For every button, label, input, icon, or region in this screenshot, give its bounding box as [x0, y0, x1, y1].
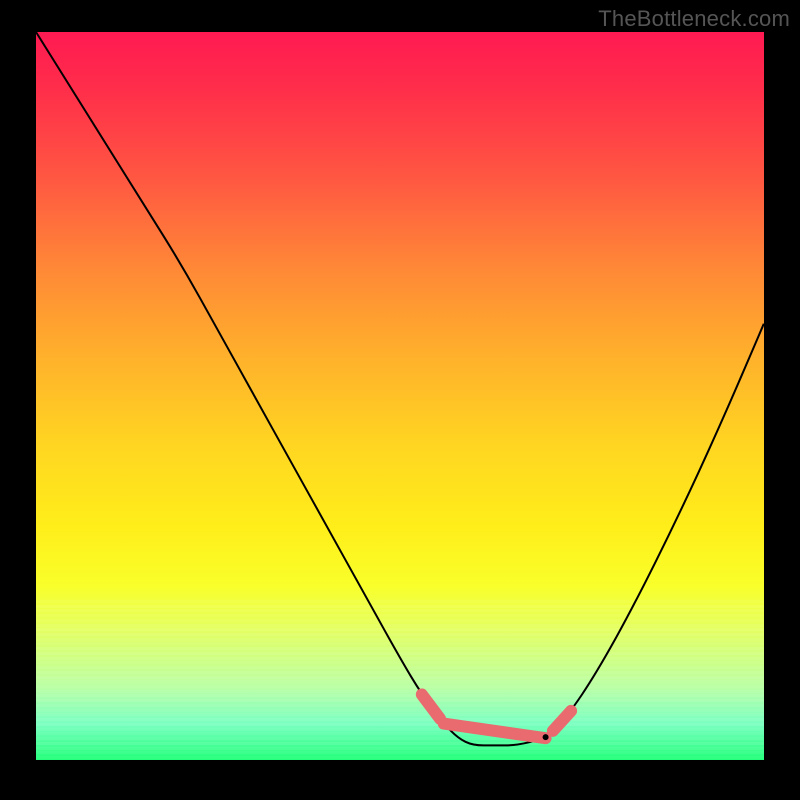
optimal-range-marker-right [553, 711, 571, 731]
optimal-range-markers [422, 694, 571, 740]
optimal-range-marker-left [422, 694, 440, 718]
watermark-text: TheBottleneck.com [598, 6, 790, 32]
bottleneck-chart [36, 32, 764, 760]
optimal-range-marker-bottom [444, 724, 546, 739]
curve-point-dot [543, 734, 549, 740]
bottleneck-curve-line [36, 32, 764, 745]
